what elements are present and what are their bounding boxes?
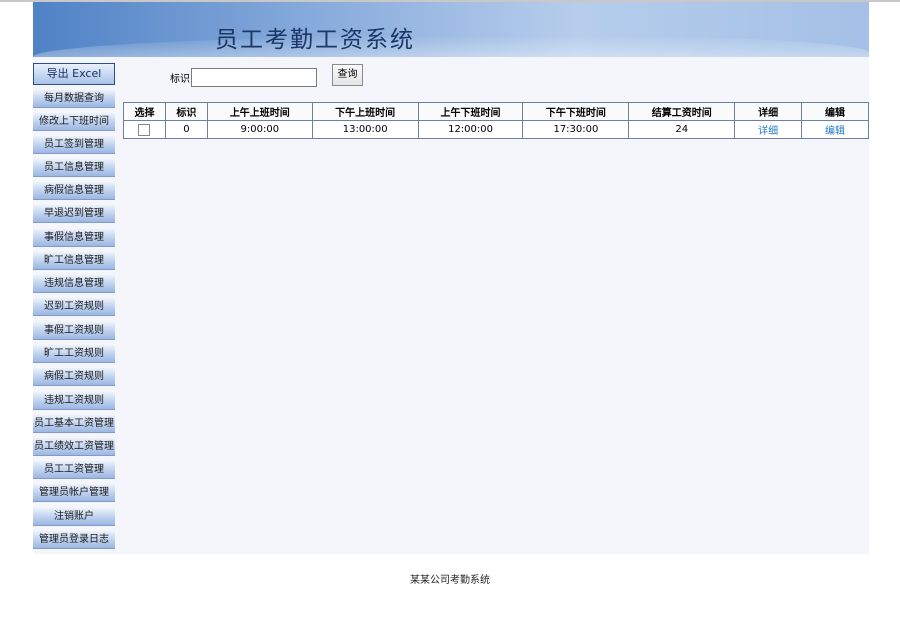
sidebar-item-sign-in[interactable]: 员工签到管理	[33, 136, 115, 154]
header-banner: 员工考勤工资系统	[33, 2, 869, 57]
footer-text: 某某公司考勤系统	[410, 575, 490, 586]
column-header-am-out: 上午下班时间	[417, 102, 524, 121]
app-title: 员工考勤工资系统	[215, 27, 415, 53]
sidebar-item-employee-info[interactable]: 员工信息管理	[33, 159, 115, 177]
sidebar-item-violation[interactable]: 违规信息管理	[33, 275, 115, 293]
column-header-detail: 详细	[734, 102, 803, 121]
cell-id: 0	[164, 120, 208, 139]
sidebar-item-performance-salary[interactable]: 员工绩效工资管理	[33, 438, 115, 456]
column-header-pm-in: 下午上班时间	[311, 102, 419, 121]
sidebar-item-salary[interactable]: 员工工资管理	[33, 461, 115, 479]
sidebar-item-monthly-query[interactable]: 每月数据查询	[33, 90, 115, 108]
search-label: 标识	[170, 74, 190, 85]
row-checkbox[interactable]	[138, 123, 151, 136]
banner-wave	[33, 35, 869, 57]
cell-detail: 详细	[734, 120, 803, 139]
sidebar-item-base-salary[interactable]: 员工基本工资管理	[33, 415, 115, 433]
sidebar-item-logout[interactable]: 注销账户	[33, 508, 115, 526]
attendance-table: 选择 标识 上午上班时间 下午上班时间 上午下班时间 下午下班时间 结算工资时间…	[123, 102, 869, 139]
sidebar-item-sick-leave[interactable]: 病假信息管理	[33, 182, 115, 200]
edit-link[interactable]: 编辑	[825, 126, 845, 137]
column-header-select: 选择	[123, 102, 166, 121]
sidebar-item-late-early[interactable]: 早退迟到管理	[33, 205, 115, 223]
sidebar-item-sick-rule[interactable]: 病假工资规则	[33, 368, 115, 386]
sidebar-item-admin-account[interactable]: 管理员帐户管理	[33, 484, 115, 502]
sidebar-item-absence[interactable]: 旷工信息管理	[33, 252, 115, 270]
sidebar-item-leave-rule[interactable]: 事假工资规则	[33, 322, 115, 340]
sidebar-item-violation-rule[interactable]: 违规工资规则	[33, 392, 115, 410]
export-excel-button[interactable]: 导出 Excel	[33, 63, 115, 85]
cell-settle: 24	[628, 120, 736, 139]
sidebar-item-edit-work-time[interactable]: 修改上下班时间	[33, 113, 115, 131]
row-select-cell	[123, 120, 166, 139]
detail-link[interactable]: 详细	[758, 126, 778, 137]
search-button[interactable]: 查询	[332, 64, 363, 86]
column-header-pm-out: 下午下班时间	[522, 102, 630, 121]
cell-edit: 编辑	[801, 120, 869, 139]
column-header-settle: 结算工资时间	[628, 102, 736, 121]
sidebar-item-personal-leave[interactable]: 事假信息管理	[33, 229, 115, 247]
sidebar-item-absence-rule[interactable]: 旷工工资规则	[33, 345, 115, 363]
sidebar-item-late-rule[interactable]: 迟到工资规则	[33, 298, 115, 316]
cell-am-out: 12:00:00	[417, 120, 524, 139]
search-input[interactable]	[191, 68, 317, 87]
cell-pm-out: 17:30:00	[522, 120, 630, 139]
column-header-edit: 编辑	[801, 102, 869, 121]
cell-am-in: 9:00:00	[206, 120, 313, 139]
column-header-id: 标识	[164, 102, 208, 121]
cell-pm-in: 13:00:00	[311, 120, 419, 139]
table-row: 0 9:00:00 13:00:00 12:00:00 17:30:00 24 …	[123, 120, 869, 139]
sidebar-item-login-log[interactable]: 管理员登录日志	[33, 531, 115, 549]
table-header-row: 选择 标识 上午上班时间 下午上班时间 上午下班时间 下午下班时间 结算工资时间…	[123, 102, 869, 121]
column-header-am-in: 上午上班时间	[206, 102, 313, 121]
